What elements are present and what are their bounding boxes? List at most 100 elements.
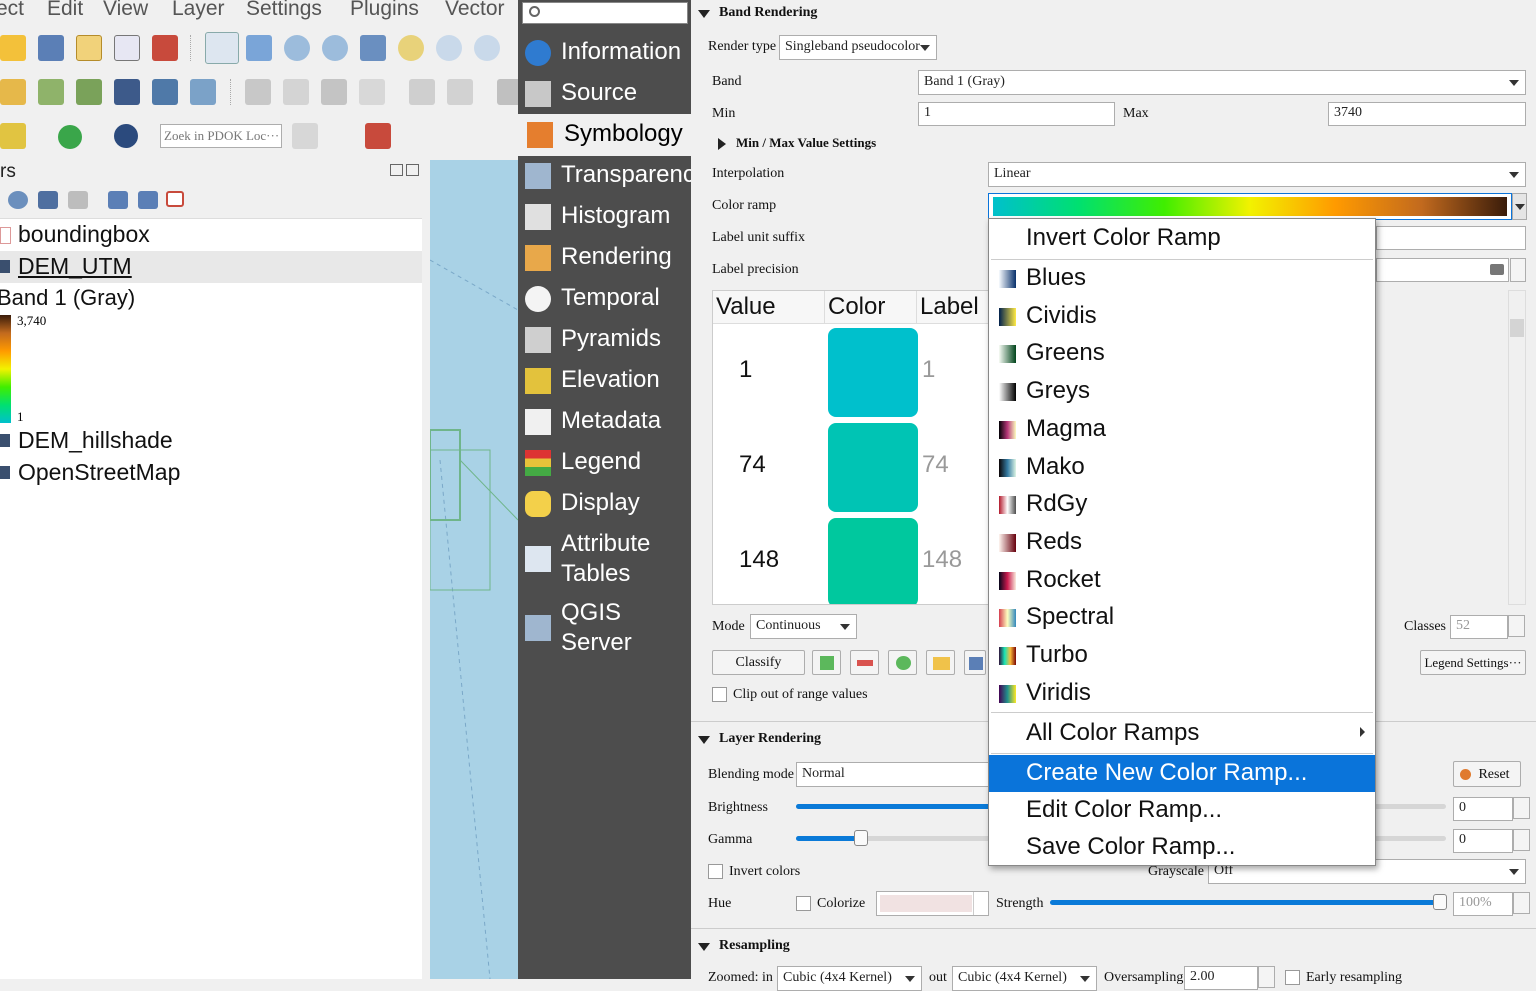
sidebar-item-information[interactable]: Information xyxy=(518,32,691,73)
menu-view[interactable]: View xyxy=(103,0,148,21)
zoom-to-layer-icon[interactable] xyxy=(436,35,462,61)
layout-manager-icon[interactable] xyxy=(114,35,140,61)
toggle-editing-icon[interactable] xyxy=(283,79,309,105)
sidebar-item-display[interactable]: Display xyxy=(518,483,691,524)
sidebar-item-rendering[interactable]: Rendering xyxy=(518,237,691,278)
new-vector-layer-icon[interactable] xyxy=(38,79,64,105)
zoom-out-icon[interactable] xyxy=(322,35,348,61)
sidebar-item-attribute-tables[interactable]: Attribute Tables xyxy=(518,524,691,592)
early-resampling-checkbox[interactable] xyxy=(1285,970,1300,985)
new-layout-icon[interactable] xyxy=(76,35,102,61)
invert-colors-checkbox[interactable] xyxy=(708,864,723,879)
slider-handle[interactable] xyxy=(854,830,868,846)
menu-item-save-color-ramp[interactable]: Save Color Ramp... xyxy=(989,829,1375,866)
minmax-settings-title[interactable]: Min / Max Value Settings xyxy=(736,135,876,151)
save-project-icon[interactable] xyxy=(38,35,64,61)
label-precision-input[interactable] xyxy=(1376,258,1509,282)
spinner-arrows[interactable] xyxy=(1513,797,1530,819)
table-row[interactable]: 1 1 xyxy=(713,326,1007,421)
spinner-arrows[interactable] xyxy=(1513,829,1530,851)
add-class-button[interactable] xyxy=(812,650,841,675)
menu-item-ramp-rdgy[interactable]: RdGy xyxy=(989,486,1375,523)
slider-handle[interactable] xyxy=(1433,894,1447,910)
add-feature-icon[interactable] xyxy=(359,79,385,105)
mesh-layer-icon[interactable] xyxy=(152,79,178,105)
expand-arrow-icon[interactable] xyxy=(718,138,726,150)
menu-item-edit-color-ramp[interactable]: Edit Color Ramp... xyxy=(989,792,1375,829)
processing-icon[interactable] xyxy=(365,123,391,149)
interpolation-combo[interactable]: Linear xyxy=(988,162,1526,187)
spinner-arrows[interactable] xyxy=(1258,966,1275,988)
menu-item-ramp-reds[interactable]: Reds xyxy=(989,524,1375,561)
sidebar-item-source[interactable]: Source xyxy=(518,73,691,114)
collapse-arrow-icon[interactable] xyxy=(698,736,710,744)
filter-expression-icon[interactable] xyxy=(68,191,88,209)
strength-slider[interactable] xyxy=(1050,894,1447,910)
open-project-icon[interactable] xyxy=(0,35,26,61)
layer-item-dem-utm[interactable]: DEM_UTM xyxy=(0,251,422,283)
spinner-arrows[interactable] xyxy=(1508,615,1525,637)
table-header-color[interactable]: Color xyxy=(825,291,917,324)
table-row[interactable]: 74 74 xyxy=(713,421,1007,516)
menu-item-all-color-ramps[interactable]: All Color Ramps xyxy=(989,715,1375,752)
gamma-spinbox[interactable]: 0 xyxy=(1453,829,1530,853)
sidebar-search-input[interactable] xyxy=(522,2,688,24)
color-ramp-dropdown[interactable] xyxy=(1512,193,1527,220)
collapse-arrow-icon[interactable] xyxy=(698,943,710,951)
pan-to-selection-icon[interactable] xyxy=(246,35,272,61)
class-color-swatch[interactable] xyxy=(828,328,918,417)
pdok-locator-input[interactable]: Zoek in PDOK Loc··· xyxy=(160,124,282,148)
zoom-native-icon[interactable] xyxy=(474,35,500,61)
render-type-combo[interactable]: Singleband pseudocolor xyxy=(779,35,937,60)
classify-button[interactable]: Classify xyxy=(712,650,805,675)
layer-item-openstreetmap[interactable]: OpenStreetMap xyxy=(0,457,422,489)
class-color-swatch[interactable] xyxy=(828,518,918,604)
delete-feature-icon[interactable] xyxy=(447,79,473,105)
mode-combo[interactable]: Continuous xyxy=(750,614,857,639)
sidebar-item-elevation[interactable]: Elevation xyxy=(518,360,691,401)
data-source-manager-icon[interactable] xyxy=(0,79,26,105)
legend-settings-button[interactable]: Legend Settings··· xyxy=(1420,650,1526,675)
min-input[interactable]: 1 xyxy=(918,102,1115,126)
virtual-layer-icon[interactable] xyxy=(114,79,140,105)
menu-vector[interactable]: Vector xyxy=(445,0,505,21)
colorize-color-button[interactable] xyxy=(876,891,989,916)
brightness-spinbox[interactable]: 0 xyxy=(1453,797,1530,821)
cut-feature-icon[interactable] xyxy=(497,79,518,105)
layer-item-boundingbox[interactable]: boundingbox xyxy=(0,219,422,251)
eye-icon[interactable] xyxy=(8,191,28,209)
sidebar-item-temporal[interactable]: Temporal xyxy=(518,278,691,319)
sidebar-item-transparency[interactable]: Transparency xyxy=(518,155,691,196)
digitize-icon[interactable] xyxy=(76,79,102,105)
float-panel-icon[interactable] xyxy=(390,164,403,176)
layer-item-dem-hillshade[interactable]: DEM_hillshade xyxy=(0,425,422,457)
load-button[interactable] xyxy=(926,650,955,675)
band-combo[interactable]: Band 1 (Gray) xyxy=(918,70,1526,95)
menu-settings[interactable]: Settings xyxy=(246,0,322,21)
menu-item-ramp-blues[interactable]: Blues xyxy=(989,260,1375,297)
zoom-full-icon[interactable] xyxy=(360,35,386,61)
spinner-arrows[interactable] xyxy=(1513,892,1530,914)
clear-icon[interactable] xyxy=(1490,264,1504,275)
menu-item-ramp-viridis[interactable]: Viridis xyxy=(989,675,1375,712)
sidebar-item-histogram[interactable]: Histogram xyxy=(518,196,691,237)
menu-item-ramp-magma[interactable]: Magma xyxy=(989,411,1375,448)
edit-pencil-icon[interactable] xyxy=(245,79,271,105)
strength-spinbox[interactable]: 100% xyxy=(1453,892,1530,916)
menu-item-invert-color-ramp[interactable]: Invert Color Ramp xyxy=(989,220,1375,257)
menu-plugins[interactable]: Plugins xyxy=(350,0,419,21)
table-scrollbar[interactable] xyxy=(1508,290,1526,605)
max-input[interactable]: 3740 xyxy=(1328,102,1526,126)
raster-layer-icon[interactable] xyxy=(190,79,216,105)
menu-item-ramp-rocket[interactable]: Rocket xyxy=(989,562,1375,599)
sidebar-item-pyramids[interactable]: Pyramids xyxy=(518,319,691,360)
save-button[interactable] xyxy=(964,650,986,675)
sidebar-item-metadata[interactable]: Metadata xyxy=(518,401,691,442)
share-icon[interactable] xyxy=(58,125,82,149)
oversampling-spinbox[interactable]: 2.00 xyxy=(1184,966,1275,990)
remove-layer-icon[interactable] xyxy=(166,191,184,207)
scrollbar-thumb[interactable] xyxy=(1510,319,1524,337)
close-panel-icon[interactable] xyxy=(406,164,419,176)
menu-item-ramp-greens[interactable]: Greens xyxy=(989,335,1375,372)
zoom-to-selection-icon[interactable] xyxy=(398,35,424,61)
